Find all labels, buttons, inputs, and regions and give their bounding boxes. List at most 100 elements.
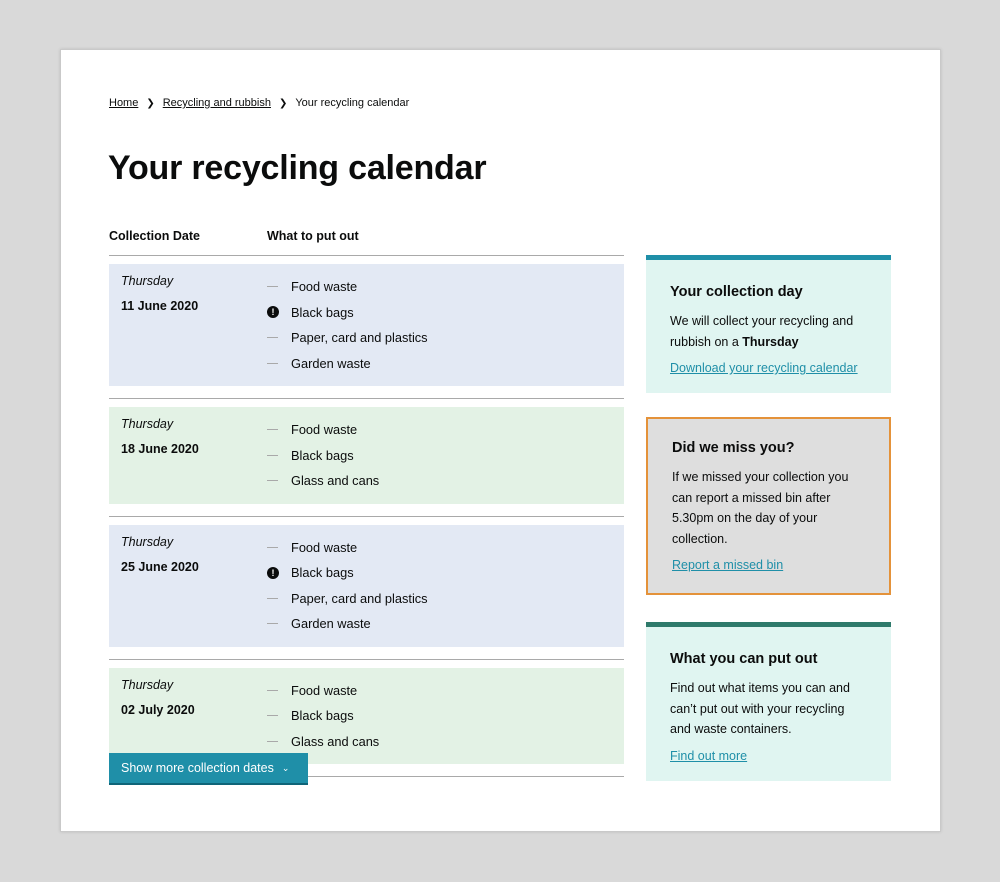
collection-item-label: Food waste	[291, 279, 358, 295]
collection-items-list: Food waste Black bags Glass and cans	[267, 678, 379, 755]
table-divider	[109, 515, 624, 517]
collection-item-label: Food waste	[291, 422, 358, 438]
collection-date-cell: Thursday 25 June 2020	[121, 535, 267, 637]
dash-marker-cell	[267, 740, 291, 742]
dash-icon	[267, 362, 278, 364]
breadcrumb-recycling-link[interactable]: Recycling and rubbish	[163, 97, 271, 109]
alert-icon-cell: !	[267, 566, 291, 579]
dash-marker-cell	[267, 715, 291, 717]
collection-item-label: Paper, card and plastics	[291, 590, 428, 606]
dash-marker-cell	[267, 362, 291, 364]
collection-row: Thursday 02 July 2020 Food waste Black bags…	[109, 667, 624, 764]
collection-row: Thursday 11 June 2020 Food waste! Black bag…	[109, 264, 624, 386]
dash-icon	[267, 715, 278, 717]
collection-date-cell: Thursday 11 June 2020	[121, 274, 267, 376]
chevron-down-icon: ⌄	[281, 762, 290, 773]
dash-marker-cell	[267, 597, 291, 599]
collection-row: Thursday 18 June 2020 Food waste Black bags…	[109, 407, 624, 504]
collection-item: Food waste	[267, 417, 379, 443]
dash-marker-cell	[267, 286, 291, 288]
missed-card-text: If we missed your collection you can rep…	[672, 470, 849, 546]
page-container: Home ❯ Recycling and rubbish ❯ Your recy…	[60, 49, 941, 832]
what-out-text: Find out what items you can and can’t pu…	[670, 681, 850, 736]
table-divider	[109, 255, 624, 256]
collection-item: ! Black bags	[267, 560, 428, 586]
collection-weekday: Thursday	[121, 534, 174, 549]
collection-item: Paper, card and plastics	[267, 325, 428, 351]
dash-icon	[267, 337, 278, 339]
alert-icon-cell: !	[267, 306, 291, 319]
collection-day-weekday: Thursday	[742, 334, 799, 349]
collection-items-list: Food waste! Black bags Paper, card and pla…	[267, 274, 428, 376]
collection-weekday: Thursday	[121, 274, 174, 288]
what-out-title: What you can put out	[670, 651, 818, 667]
collection-weekday: Thursday	[121, 677, 174, 692]
collection-item-label: Black bags	[291, 708, 354, 724]
collection-date-cell: Thursday 02 July 2020	[121, 678, 267, 755]
breadcrumb-current: Your recycling calendar	[295, 97, 410, 109]
collection-item: Garden waste	[267, 611, 428, 637]
chevron-right-icon: ❯	[146, 97, 155, 109]
collection-row: Thursday 25 June 2020 Food waste! Black bag…	[109, 524, 624, 647]
dash-icon	[267, 429, 278, 431]
dash-icon	[267, 597, 278, 599]
dash-marker-cell	[267, 546, 291, 548]
exclamation-icon: !	[267, 306, 279, 319]
collection-date: 11 June 2020	[121, 299, 199, 313]
collection-item-label: Black bags	[291, 447, 354, 463]
collection-items-list: Food waste Black bags Glass and cans	[267, 417, 379, 494]
column-header-items: What to put out	[267, 229, 359, 243]
collection-item: Black bags	[267, 443, 379, 469]
collection-item-label: Glass and cans	[291, 733, 380, 749]
collection-items-list: Food waste! Black bags Paper, card and pla…	[267, 535, 428, 637]
missed-card-title: Did we miss you?	[672, 440, 795, 456]
collection-item-label: Food waste	[291, 539, 358, 555]
dash-marker-cell	[267, 454, 291, 456]
find-out-more-link[interactable]: Find out more	[670, 749, 747, 763]
dash-icon	[267, 546, 278, 548]
chevron-right-icon: ❯	[278, 97, 288, 109]
collection-item: Black bags	[267, 703, 379, 729]
collection-date: 18 June 2020	[121, 442, 199, 456]
collection-day-card: Your collection day We will collect your…	[646, 255, 891, 393]
page-title: Your recycling calendar	[108, 149, 487, 187]
collection-day-title: Your collection day	[670, 284, 803, 300]
show-more-dates-button[interactable]: Show more collection dates ⌄	[109, 753, 308, 785]
dash-marker-cell	[267, 337, 291, 339]
breadcrumb: Home ❯ Recycling and rubbish ❯ Your recy…	[109, 97, 409, 109]
collection-item-label: Black bags	[291, 304, 354, 320]
collection-item: Garden waste	[267, 351, 428, 377]
collection-item-label: Paper, card and plastics	[291, 330, 428, 346]
exclamation-icon: !	[267, 566, 279, 579]
collection-item-label: Food waste	[291, 682, 358, 698]
collection-item: Glass and cans	[267, 468, 379, 494]
collection-item: Food waste	[267, 678, 379, 704]
collection-item: Food waste	[267, 535, 428, 561]
collection-item-label: Garden waste	[291, 616, 371, 632]
what-you-can-put-out-card: What you can put out Find out what items…	[646, 622, 891, 781]
collection-item: Paper, card and plastics	[267, 586, 428, 612]
collection-item-label: Garden waste	[291, 355, 371, 371]
dash-marker-cell	[267, 623, 291, 625]
download-calendar-link[interactable]: Download your recycling calendar	[670, 361, 858, 375]
dash-marker-cell	[267, 689, 291, 691]
collection-item-label: Glass and cans	[291, 473, 380, 489]
table-divider	[109, 398, 624, 399]
dash-marker-cell	[267, 480, 291, 482]
report-missed-bin-link[interactable]: Report a missed bin	[672, 558, 783, 572]
dash-marker-cell	[267, 429, 291, 431]
collection-date: 25 June 2020	[121, 559, 199, 574]
table-divider	[109, 658, 624, 660]
show-more-label: Show more collection dates	[121, 761, 274, 775]
collection-weekday: Thursday	[121, 417, 174, 431]
breadcrumb-home-link[interactable]: Home	[109, 97, 138, 109]
missed-collection-card: Did we miss you? If we missed your colle…	[646, 417, 891, 595]
collection-day-text: We will collect your recycling and rubbi…	[670, 311, 867, 352]
collection-item-label: Black bags	[291, 565, 354, 581]
dash-icon	[267, 623, 278, 625]
collection-item: Food waste	[267, 274, 428, 300]
dash-icon	[267, 480, 278, 482]
dash-icon	[267, 740, 278, 742]
dash-icon	[267, 689, 278, 691]
column-header-date: Collection Date	[109, 229, 200, 243]
